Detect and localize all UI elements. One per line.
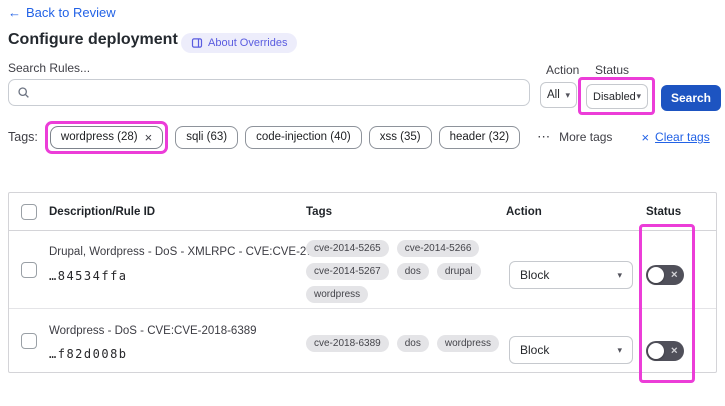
action-filter-value: All	[547, 89, 560, 101]
action-dropdown[interactable]: Block ▾	[509, 336, 633, 364]
tag-chip: dos	[396, 263, 429, 280]
search-button[interactable]: Search	[661, 85, 721, 111]
action-filter-label: Action	[546, 63, 580, 77]
chevron-down-icon: ▾	[636, 91, 641, 101]
clear-tags-x-icon: ×	[641, 129, 650, 145]
back-arrow-icon: ←	[8, 5, 21, 20]
select-all-checkbox[interactable]	[21, 204, 37, 220]
table-row: Drupal, Wordpress - DoS - XMLRPC - CVE:C…	[9, 231, 716, 309]
toggle-knob	[648, 267, 664, 283]
action-filter-dropdown[interactable]: All ▾	[540, 82, 577, 108]
about-overrides-label: About Overrides	[208, 37, 288, 49]
tag-filter-list: sqli (63) code-injection (40) xss (35) head…	[175, 125, 521, 149]
tag-filter-pill[interactable]: code-injection (40)	[245, 125, 362, 149]
selected-tag-label: wordpress (28)	[60, 131, 138, 143]
chevron-down-icon: ▾	[565, 89, 570, 100]
ellipsis-icon: ⋯	[537, 129, 552, 144]
tags-bar-label: Tags:	[8, 130, 38, 144]
tag-filter-pill[interactable]: xss (35)	[368, 125, 432, 149]
about-overrides-badge[interactable]: About Overrides	[181, 33, 298, 53]
tag-chip: cve-2018-6389	[306, 335, 389, 352]
action-value: Block	[520, 343, 550, 357]
col-header-tags: Tags	[306, 206, 332, 218]
status-filter-label: Status	[595, 63, 630, 77]
table-row: Wordpress - DoS - CVE:CVE-2018-6389 …f82…	[9, 309, 716, 373]
tags-bar: Tags: wordpress (28) × sqli (63) code-inj…	[8, 119, 717, 155]
col-header-status: Status	[646, 206, 682, 218]
row-checkbox[interactable]	[21, 262, 37, 278]
row-checkbox[interactable]	[21, 333, 37, 349]
tag-chip: wordpress	[306, 286, 369, 303]
tag-chip: dos	[396, 335, 429, 352]
back-link-label: Back to Review	[26, 5, 116, 20]
tag-filter-pill[interactable]: header (32)	[438, 125, 521, 149]
rule-id: …f82d008b	[49, 347, 128, 361]
status-filter-dropdown[interactable]: Disabled ▾	[586, 84, 648, 109]
status-toggle[interactable]: ✕	[646, 341, 684, 361]
search-rules-label: Search Rules...	[8, 61, 91, 75]
remove-tag-icon[interactable]: ×	[145, 131, 153, 144]
clear-tags-link[interactable]: × Clear tags	[641, 130, 709, 145]
col-header-description: Description/Rule ID	[49, 206, 156, 218]
toggle-off-icon: ✕	[670, 345, 678, 356]
back-to-review-link[interactable]: ← Back to Review	[8, 5, 116, 20]
rule-id: …84534ffa	[49, 269, 128, 283]
action-dropdown[interactable]: Block ▾	[509, 261, 633, 289]
rule-tags: cve-2018-6389 dos wordpress	[306, 335, 504, 352]
rule-tags: cve-2014-5265 cve-2014-5266 cve-2014-5267 d…	[306, 240, 504, 303]
more-tags-button[interactable]: ⋯ More tags	[537, 129, 612, 145]
table-header-row: Description/Rule ID Tags Action Status	[9, 193, 716, 231]
col-header-action: Action	[506, 206, 542, 218]
search-rules-input[interactable]	[8, 79, 530, 106]
rule-description: Drupal, Wordpress - DoS - XMLRPC - CVE:C…	[49, 246, 318, 258]
chevron-down-icon: ▾	[617, 269, 622, 280]
chevron-down-icon: ▾	[617, 344, 622, 355]
configure-deployment-screen: ← Back to Review Configure deployment Ab…	[0, 0, 725, 406]
tag-filter-pill[interactable]: sqli (63)	[175, 125, 239, 149]
status-filter-value: Disabled	[593, 90, 636, 103]
tag-chip: wordpress	[436, 335, 499, 352]
toggle-knob	[648, 343, 664, 359]
action-value: Block	[520, 268, 550, 282]
tag-chip: cve-2014-5265	[306, 240, 389, 257]
more-tags-label: More tags	[559, 130, 613, 144]
toggle-off-icon: ✕	[670, 269, 678, 280]
tag-chip: drupal	[436, 263, 481, 280]
tag-chip: cve-2014-5266	[396, 240, 480, 257]
search-icon	[18, 87, 29, 98]
book-icon	[191, 38, 203, 48]
rules-table: Description/Rule ID Tags Action Status D…	[8, 192, 717, 373]
tag-chip: cve-2014-5267	[306, 263, 389, 280]
highlight-box-selected-tag: wordpress (28) ×	[44, 120, 169, 154]
rule-description: Wordpress - DoS - CVE:CVE-2018-6389	[49, 325, 257, 337]
status-toggle[interactable]: ✕	[646, 265, 684, 285]
page-title: Configure deployment	[8, 31, 178, 48]
clear-tags-label: Clear tags	[655, 130, 710, 144]
selected-tag-wordpress[interactable]: wordpress (28) ×	[49, 125, 164, 149]
